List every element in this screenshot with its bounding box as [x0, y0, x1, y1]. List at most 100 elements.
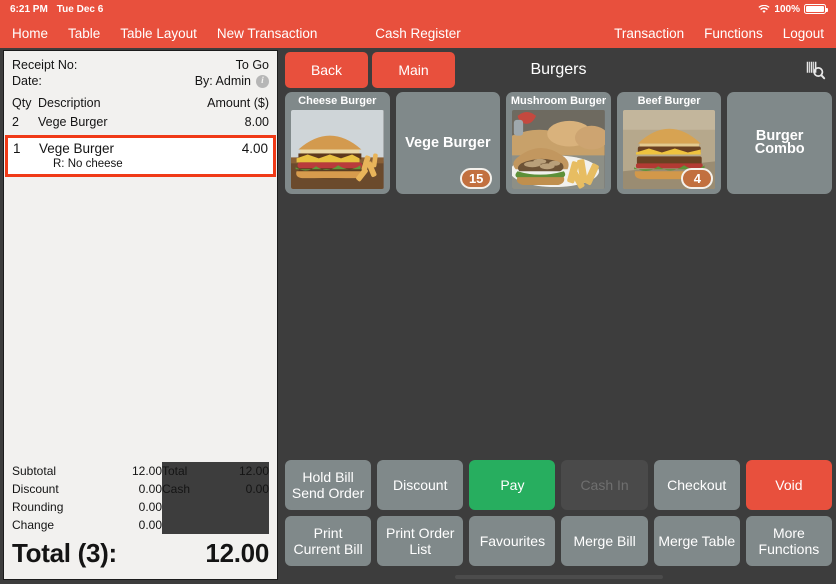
- product-tile-cheese-burger[interactable]: Cheese Burger: [285, 92, 390, 194]
- totals-row-discount: Discount 0.00: [12, 480, 162, 498]
- receipt-line-item[interactable]: 2 Vege Burger 8.00: [4, 113, 277, 132]
- line-item-amount: 8.00: [244, 115, 269, 129]
- total-label: Total: [162, 464, 188, 478]
- order-type-value: To Go: [235, 58, 269, 72]
- product-qty-badge: 4: [681, 168, 714, 189]
- rounding-value: 0.00: [138, 500, 162, 514]
- change-label: Change: [12, 518, 55, 532]
- home-indicator-area: [281, 570, 836, 584]
- product-tile-mushroom-burger[interactable]: Mushroom Burger: [506, 92, 611, 194]
- merge-table-button[interactable]: Merge Table: [653, 516, 740, 566]
- nav-item-transaction[interactable]: Transaction: [614, 26, 684, 41]
- action-row-2: Print Current Bill Print Order List Favour…: [285, 516, 832, 566]
- back-button[interactable]: Back: [285, 52, 368, 88]
- main-body: Receipt No: To Go Date: By: Admin i Qty …: [0, 48, 836, 584]
- hold-bill-send-order-button[interactable]: Hold Bill Send Order: [285, 460, 372, 510]
- barcode-search-icon[interactable]: [802, 57, 828, 83]
- nav-item-table-layout[interactable]: Table Layout: [120, 26, 197, 41]
- nav-item-new-transaction[interactable]: New Transaction: [217, 26, 318, 41]
- product-panel: Back Main Burgers Cheese Burger Vege Bur…: [281, 48, 836, 584]
- wifi-icon: [758, 4, 770, 14]
- print-current-bill-button[interactable]: Print Current Bill: [285, 516, 372, 566]
- nav-item-home[interactable]: Home: [12, 26, 48, 41]
- home-indicator-bar[interactable]: [454, 575, 663, 579]
- nav-item-table[interactable]: Table: [68, 26, 100, 41]
- status-time: 6:21 PM: [10, 3, 48, 15]
- product-qty-badge: 15: [460, 168, 493, 189]
- subtotal-value: 12.00: [131, 464, 162, 478]
- mushroom-burger-photo: [512, 110, 605, 189]
- receipt-panel-wrapper: Receipt No: To Go Date: By: Admin i Qty …: [0, 48, 281, 584]
- status-bar: 6:21 PM Tue Dec 6 100%: [0, 0, 836, 18]
- line-item-amount: 4.00: [241, 141, 268, 156]
- subtotal-label: Subtotal: [12, 464, 57, 478]
- cash-value: 0.00: [245, 482, 269, 496]
- merge-bill-button[interactable]: Merge Bill: [561, 516, 648, 566]
- main-button[interactable]: Main: [372, 52, 455, 88]
- battery-percent-label: 100%: [774, 3, 800, 15]
- line-item-qty: 1: [13, 141, 21, 156]
- totals-row-total: Total 12.00: [162, 462, 269, 480]
- line-item-qty: 2: [12, 115, 19, 129]
- cash-label: Cash: [162, 482, 191, 496]
- line-item-description: Vege Burger: [38, 115, 108, 129]
- pay-button[interactable]: Pay: [469, 460, 556, 510]
- totals-left-column: Subtotal 12.00 Discount 0.00 Rounding 0.…: [12, 462, 162, 534]
- line-item-description: Vege Burger: [39, 141, 115, 156]
- column-header-description: Description: [38, 96, 101, 110]
- product-tile-label: Vege Burger: [405, 134, 491, 151]
- nav-item-functions[interactable]: Functions: [704, 26, 763, 41]
- more-functions-button[interactable]: More Functions: [745, 516, 832, 566]
- totals-right-column: Total 12.00 Cash 0.00: [162, 462, 269, 534]
- change-value: 0.00: [138, 518, 162, 532]
- totals-row-cash: Cash 0.00: [162, 480, 269, 498]
- nav-right-group: Transaction Functions Logout: [614, 26, 824, 41]
- status-bar-left: 6:21 PM Tue Dec 6: [10, 4, 103, 15]
- product-tile-burger-combo[interactable]: Burger Combo: [727, 92, 832, 194]
- receipt-totals: Subtotal 12.00 Discount 0.00 Rounding 0.…: [4, 456, 277, 536]
- receipt-panel[interactable]: Receipt No: To Go Date: By: Admin i Qty …: [3, 50, 278, 580]
- grand-total-row: Total (3): 12.00: [4, 536, 277, 579]
- status-date: Tue Dec 6: [56, 3, 104, 15]
- discount-button[interactable]: Discount: [377, 460, 464, 510]
- receipt-date-label: Date:: [12, 74, 42, 88]
- discount-label: Discount: [12, 482, 59, 496]
- main-navigation-bar: Home Table Table Layout New Transaction …: [0, 18, 836, 48]
- checkout-button[interactable]: Checkout: [653, 460, 740, 510]
- receipt-no-label: Receipt No:: [12, 58, 78, 72]
- info-icon[interactable]: i: [256, 74, 269, 88]
- print-order-list-button[interactable]: Print Order List: [377, 516, 464, 566]
- receipt-items-list[interactable]: 2 Vege Burger 8.00 1 Vege Burger 4.00 R:…: [4, 112, 277, 456]
- rounding-label: Rounding: [12, 500, 64, 514]
- discount-value: 0.00: [138, 482, 162, 496]
- nav-left-group: Home Table Table Layout New Transaction: [12, 26, 317, 41]
- grand-total-label: Total (3):: [12, 538, 117, 568]
- receipt-column-headers: Qty Description Amount ($): [4, 91, 277, 112]
- grand-total-value: 12.00: [205, 538, 269, 568]
- operator-group: By: Admin i: [195, 73, 269, 89]
- battery-full-icon: [804, 4, 829, 14]
- product-tile-label: Cheese Burger: [298, 95, 377, 107]
- status-bar-right: 100%: [758, 3, 829, 15]
- favourites-button[interactable]: Favourites: [469, 516, 556, 566]
- column-header-amount: Amount ($): [207, 96, 269, 110]
- receipt-line-item-selected[interactable]: 1 Vege Burger 4.00 R: No cheese: [5, 135, 276, 177]
- total-value: 12.00: [238, 464, 269, 478]
- column-header-qty: Qty: [12, 96, 32, 110]
- receipt-header: Receipt No: To Go Date: By: Admin i: [4, 51, 277, 91]
- product-tile-beef-burger[interactable]: Beef Burger 4: [616, 92, 722, 194]
- void-button[interactable]: Void: [745, 460, 832, 510]
- nav-item-logout[interactable]: Logout: [783, 26, 824, 41]
- product-header: Back Main Burgers: [281, 48, 836, 92]
- pos-app-window: 6:21 PM Tue Dec 6 100% Home Table Table …: [0, 0, 836, 584]
- product-tile-grid: Cheese Burger Vege Burger 15 Mushroom Bu…: [281, 92, 836, 460]
- product-tile-label: Burger Combo: [754, 128, 805, 157]
- operator-value: By: Admin: [194, 74, 251, 88]
- product-tile-vege-burger[interactable]: Vege Burger 15: [395, 92, 501, 194]
- product-tile-label: Mushroom Burger: [510, 95, 607, 107]
- cash-in-button: Cash In: [561, 460, 648, 510]
- product-tile-label: Beef Burger: [637, 95, 701, 107]
- totals-row-subtotal: Subtotal 12.00: [12, 462, 162, 480]
- line-item-note: R: No cheese: [53, 158, 123, 170]
- receipt-no-row: Receipt No: To Go: [12, 57, 269, 73]
